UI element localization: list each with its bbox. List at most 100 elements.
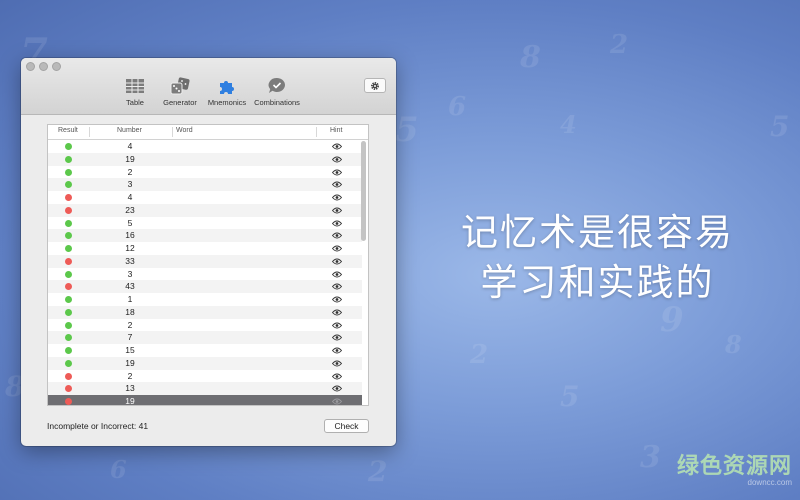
background-digit: 2 — [610, 30, 629, 60]
column-divider — [89, 127, 90, 137]
eye-icon[interactable] — [332, 398, 342, 405]
eye-icon[interactable] — [332, 143, 342, 150]
number-cell: 1 — [127, 294, 133, 304]
background-digit: 9 — [660, 300, 684, 340]
result-status-dot — [65, 308, 72, 316]
table-row[interactable]: 43 — [48, 280, 362, 293]
result-status-dot — [65, 283, 72, 291]
speech-check-icon — [268, 77, 285, 93]
result-status-dot — [65, 296, 72, 303]
result-status-dot — [65, 219, 72, 227]
table-row[interactable]: 2 — [48, 370, 362, 383]
result-status-dot — [65, 385, 72, 393]
table-row[interactable]: 4 — [48, 140, 362, 153]
result-status-dot — [65, 232, 72, 240]
table-row[interactable]: 1 — [48, 293, 362, 306]
background-digit: 6 — [110, 455, 127, 484]
eye-icon[interactable] — [332, 360, 342, 367]
table-body: 4 19 2 3 4 23 5 16 12 33 3 43 1 18 2 7 15 19 2 13 19 — [48, 140, 368, 405]
vertical-scrollbar[interactable] — [361, 141, 366, 241]
number-cell: 15 — [125, 345, 135, 355]
check-button[interactable]: Check — [324, 419, 369, 433]
table-row[interactable]: 2 — [48, 166, 362, 179]
table-row[interactable]: 3 — [48, 178, 362, 191]
number-cell: 3 — [127, 179, 133, 190]
column-header-hint[interactable]: Hint — [330, 127, 342, 134]
eye-icon[interactable] — [332, 220, 342, 227]
column-header-number[interactable]: Number — [117, 127, 142, 134]
table-row[interactable]: 3 — [48, 268, 362, 281]
toolbar-item-label: Combinations — [254, 98, 300, 107]
toolbar-item-combinations[interactable]: Combinations — [242, 77, 312, 107]
background-digit: 5 — [560, 380, 580, 413]
table-row[interactable]: 19 — [48, 152, 362, 166]
result-status-dot — [65, 245, 72, 252]
column-divider — [172, 127, 173, 137]
number-cell: 2 — [127, 370, 133, 381]
number-cell: 13 — [125, 383, 135, 394]
headline-line-2: 学习和实践的 — [480, 261, 715, 304]
number-cell: 2 — [127, 319, 133, 330]
eye-icon[interactable] — [332, 271, 342, 278]
eye-icon[interactable] — [332, 232, 342, 239]
table-row[interactable]: 5 — [48, 217, 362, 230]
table-row[interactable]: 18 — [48, 305, 362, 319]
result-status-dot — [65, 143, 72, 150]
table-row[interactable]: 19 — [48, 356, 362, 370]
eye-icon[interactable] — [332, 322, 342, 329]
eye-icon[interactable] — [332, 309, 342, 316]
results-table: Result Number Word Hint 4 19 2 3 4 23 5 16 12 33 3… — [47, 124, 369, 406]
result-status-dot — [65, 321, 72, 329]
eye-icon[interactable] — [332, 245, 342, 252]
number-cell: 2 — [127, 166, 133, 177]
eye-icon[interactable] — [332, 181, 342, 188]
watermark-text: 绿色资源网 — [676, 454, 792, 479]
result-status-dot — [65, 206, 72, 214]
table-row[interactable]: 2 — [48, 319, 362, 332]
result-status-dot — [65, 181, 72, 189]
table-row[interactable]: 4 — [48, 191, 362, 204]
eye-icon[interactable] — [332, 334, 342, 341]
column-divider — [316, 127, 317, 137]
close-window-button[interactable] — [26, 62, 35, 71]
table-row[interactable]: 13 — [48, 382, 362, 395]
column-header-word[interactable]: Word — [176, 127, 193, 134]
eye-icon[interactable] — [332, 347, 342, 354]
number-cell: 19 — [125, 357, 135, 368]
eye-icon[interactable] — [332, 373, 342, 380]
eye-icon[interactable] — [332, 258, 342, 265]
eye-icon[interactable] — [332, 194, 342, 201]
table-row[interactable]: 33 — [48, 254, 362, 268]
eye-icon[interactable] — [332, 296, 342, 303]
table-row[interactable]: 16 — [48, 229, 362, 242]
table-row[interactable]: 12 — [48, 242, 362, 255]
background-digit: 4 — [560, 110, 577, 139]
table-row[interactable]: 7 — [48, 331, 362, 344]
background-digit: 2 — [470, 340, 489, 370]
eye-icon[interactable] — [332, 207, 342, 214]
eye-icon[interactable] — [332, 156, 342, 163]
eye-icon[interactable] — [332, 385, 342, 392]
eye-icon[interactable] — [332, 283, 342, 290]
eye-icon[interactable] — [332, 169, 342, 176]
background-digit: 8 — [520, 40, 541, 75]
column-header-result[interactable]: Result — [58, 127, 78, 134]
result-status-dot — [65, 270, 72, 278]
table-row[interactable]: 19 — [48, 395, 362, 405]
number-cell: 7 — [127, 332, 133, 343]
watermark: 绿色资源网 downcc.com — [677, 448, 792, 487]
minimize-window-button[interactable] — [39, 62, 48, 71]
table-row[interactable]: 15 — [48, 344, 362, 357]
result-status-dot — [65, 257, 72, 265]
table-row[interactable]: 23 — [48, 203, 362, 217]
result-status-dot — [65, 334, 72, 342]
number-cell: 18 — [125, 306, 135, 317]
settings-button[interactable] — [364, 78, 386, 93]
result-status-dot — [65, 155, 72, 163]
background-digit: 5 — [395, 110, 419, 150]
number-cell: 19 — [125, 153, 135, 164]
number-cell: 23 — [125, 204, 135, 215]
result-status-dot — [65, 347, 72, 354]
result-status-dot — [65, 372, 72, 380]
zoom-window-button[interactable] — [52, 62, 61, 71]
